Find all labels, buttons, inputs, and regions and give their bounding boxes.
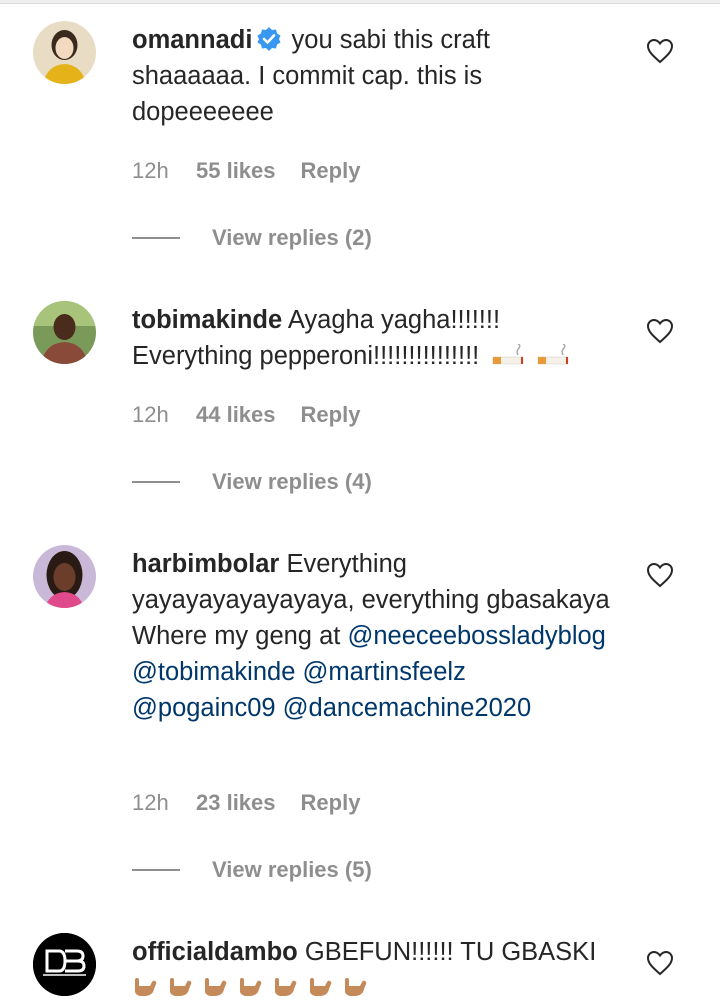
call-me-hand-emoji-icon: [170, 978, 192, 996]
comment-likes[interactable]: 44 likes: [196, 402, 276, 428]
avatar[interactable]: [33, 545, 96, 608]
cigarette-emoji-icon: [538, 344, 569, 365]
view-replies-label: View replies (4): [212, 469, 372, 494]
comment-text: GBEFUN!!!!!! TU GBASKI: [304, 938, 597, 966]
mention-link[interactable]: @tobimakinde: [132, 658, 295, 686]
view-replies-label: View replies (2): [212, 225, 372, 250]
reply-button[interactable]: Reply: [301, 790, 361, 816]
avatar[interactable]: [33, 21, 96, 84]
replies-divider: [132, 481, 180, 483]
comment-username[interactable]: omannadi: [132, 26, 252, 54]
call-me-hand-emoji-icon: [275, 978, 297, 996]
view-replies-label: View replies (5): [212, 857, 372, 882]
like-heart-icon[interactable]: [646, 562, 674, 588]
comment-time: 12h: [132, 790, 169, 815]
call-me-hand-emoji-icon: [205, 978, 227, 996]
comment-username[interactable]: tobimakinde: [132, 306, 282, 334]
replies-divider: [132, 869, 180, 871]
emoji-row: [132, 974, 612, 1000]
call-me-hand-emoji-icon: [135, 978, 157, 996]
call-me-hand-emoji-icon: [240, 978, 262, 996]
mention-link[interactable]: @pogainc09: [132, 694, 276, 722]
call-me-hand-emoji-icon: [345, 978, 367, 996]
verified-badge-icon: [257, 27, 281, 51]
comment-time: 12h: [132, 402, 169, 427]
comment-username[interactable]: officialdambo: [132, 938, 298, 966]
like-heart-icon[interactable]: [646, 950, 674, 976]
replies-divider: [132, 237, 180, 239]
mention-link[interactable]: @dancemachine2020: [283, 694, 531, 722]
top-divider: [0, 0, 720, 4]
comment-body: omannadi you sabi this craft shaaaaaa. I…: [132, 22, 612, 130]
comment-body: officialdambo GBEFUN!!!!!! TU GBASKI: [132, 934, 612, 1000]
comment-body: tobimakinde Ayagha yagha!!!!!!! Everythi…: [132, 302, 612, 374]
avatar[interactable]: [33, 301, 96, 364]
comment-meta: 12h 23 likes Reply: [132, 790, 360, 816]
like-heart-icon[interactable]: [646, 318, 674, 344]
reply-button[interactable]: Reply: [301, 158, 361, 184]
comment-body: harbimbolar Everything yayayayayayayaya,…: [132, 546, 612, 726]
avatar[interactable]: [33, 933, 96, 996]
comment-meta: 12h 55 likes Reply: [132, 158, 360, 184]
comment-time: 12h: [132, 158, 169, 183]
comment-meta: 12h 44 likes Reply: [132, 402, 360, 428]
view-replies-button[interactable]: View replies (4): [132, 467, 372, 497]
view-replies-button[interactable]: View replies (2): [132, 223, 372, 253]
reply-button[interactable]: Reply: [301, 402, 361, 428]
call-me-hand-emoji-icon: [310, 978, 332, 996]
mention-link[interactable]: @neeceebossladyblog: [347, 622, 605, 650]
view-replies-button[interactable]: View replies (5): [132, 855, 372, 885]
cigarette-emoji-icon: [493, 344, 524, 365]
like-heart-icon[interactable]: [646, 38, 674, 64]
mention-link[interactable]: @martinsfeelz: [302, 658, 465, 686]
comment-likes[interactable]: 55 likes: [196, 158, 276, 184]
comment-username[interactable]: harbimbolar: [132, 550, 279, 578]
comment-likes[interactable]: 23 likes: [196, 790, 276, 816]
dambo-logo-icon: [33, 933, 96, 996]
